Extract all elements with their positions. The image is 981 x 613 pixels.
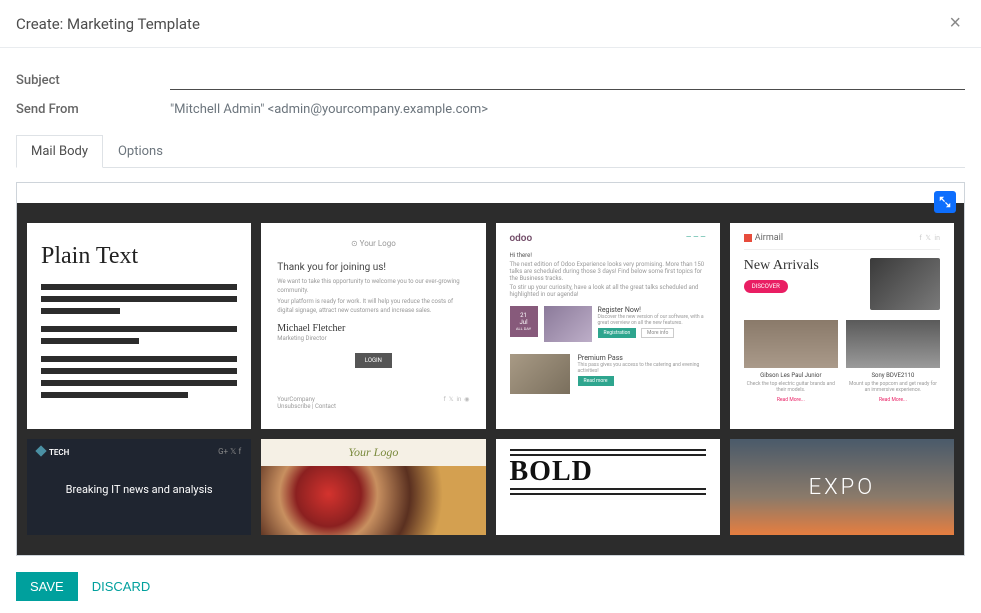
template-food[interactable]: Your Logo xyxy=(261,439,485,535)
airmail-hero-title: New Arrivals xyxy=(744,258,860,274)
odoo-brand: odoo xyxy=(510,233,533,244)
create-marketing-template-modal: Create: Marketing Template × Subject Sen… xyxy=(0,0,981,613)
send-from-row: Send From "Mitchell Admin" <admin@yourco… xyxy=(16,102,965,117)
airmail-social-icons: f 𝕏 in xyxy=(919,234,940,242)
airmail-product2-image xyxy=(846,320,940,368)
subject-row: Subject xyxy=(16,70,965,90)
tech-social-icons: G+ 𝕏 f xyxy=(218,447,241,457)
tech-headline: Breaking IT news and analysis xyxy=(27,483,251,496)
send-from-value: "Mitchell Admin" <admin@yourcompany.exam… xyxy=(170,102,488,117)
modal-header: Create: Marketing Template × xyxy=(0,0,981,48)
tech-brand: TECH xyxy=(37,447,69,457)
odoo-date-badge: 21 Jul ALL DAY xyxy=(510,306,538,337)
social-icons: f 𝕏 in ◉ xyxy=(444,396,470,410)
close-button[interactable]: × xyxy=(945,12,965,35)
template-airmail[interactable]: Airmail f 𝕏 in New Arrivals DISCOVER xyxy=(730,223,954,429)
thankyou-heading: Thank you for joining us! xyxy=(277,262,469,273)
modal-body[interactable]: Subject Send From "Mitchell Admin" <admi… xyxy=(0,48,981,562)
odoo-event-image xyxy=(544,306,592,342)
template-plain-text[interactable]: Plain Text xyxy=(27,223,251,429)
thankyou-logo: ⊙ Your Logo xyxy=(277,239,469,248)
template-gallery: Plain Text xyxy=(17,203,964,555)
template-thankyou[interactable]: ⊙ Your Logo Thank you for joining us! We… xyxy=(261,223,485,429)
bold-title: BOLD xyxy=(510,456,706,488)
expo-title: EXPO xyxy=(809,475,875,500)
template-expo[interactable]: EXPO xyxy=(730,439,954,535)
form-area: Subject Send From "Mitchell Admin" <admi… xyxy=(16,48,965,117)
modal-title: Create: Marketing Template xyxy=(16,15,200,33)
template-odoo[interactable]: odoo — — — Hi there! The next edition of… xyxy=(496,223,720,429)
food-logo: Your Logo xyxy=(261,439,485,466)
tabs: Mail Body Options xyxy=(16,135,965,168)
thankyou-login-button: LOGIN xyxy=(355,353,392,368)
discard-button[interactable]: DISCARD xyxy=(92,579,151,594)
odoo-nav: — — — xyxy=(686,233,706,244)
airmail-hero-image xyxy=(870,258,940,310)
airmail-brand: Airmail xyxy=(744,233,783,243)
tab-options[interactable]: Options xyxy=(103,135,178,168)
food-hero-image xyxy=(261,466,485,535)
airmail-discover-btn: DISCOVER xyxy=(744,280,788,293)
plain-text-title: Plain Text xyxy=(41,243,237,270)
thankyou-signature: Michael Fletcher xyxy=(277,323,469,334)
airmail-product1-image xyxy=(744,320,838,368)
expand-editor-button[interactable] xyxy=(934,191,956,213)
save-button[interactable]: SAVE xyxy=(16,572,78,601)
subject-input[interactable] xyxy=(170,70,965,90)
mail-body-editor: Plain Text xyxy=(16,182,965,556)
template-tech[interactable]: TECH G+ 𝕏 f Breaking IT news and analysi… xyxy=(27,439,251,535)
expand-icon xyxy=(938,195,952,209)
subject-label: Subject xyxy=(16,73,170,88)
tab-mail-body[interactable]: Mail Body xyxy=(16,135,103,168)
odoo-premium-image xyxy=(510,354,570,394)
template-bold[interactable]: BOLD xyxy=(496,439,720,535)
modal-footer: SAVE DISCARD xyxy=(0,562,981,613)
send-from-label: Send From xyxy=(16,102,170,117)
